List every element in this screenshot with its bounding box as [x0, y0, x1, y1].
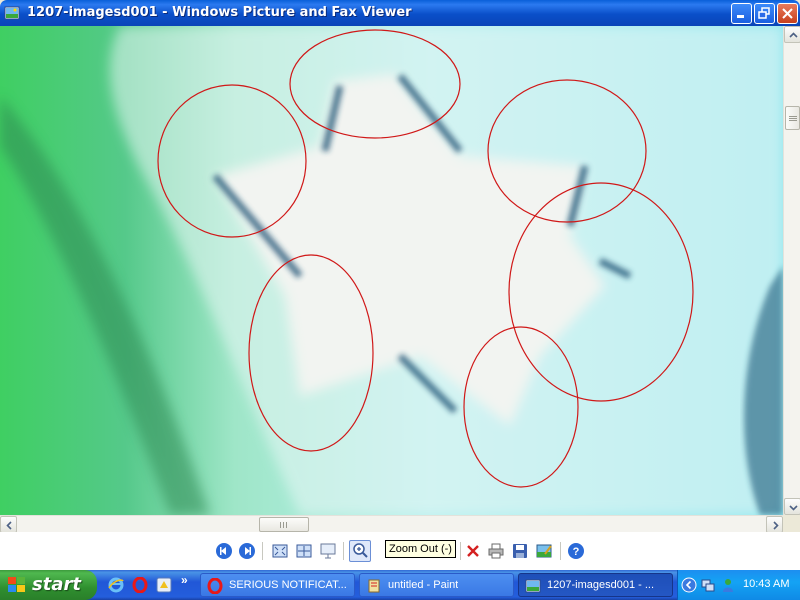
- opera-icon[interactable]: [132, 576, 148, 594]
- vertical-scrollbar[interactable]: [783, 26, 800, 515]
- tray-expand-icon[interactable]: [681, 577, 697, 593]
- messenger-icon[interactable]: [720, 577, 736, 593]
- task-label: SERIOUS NOTIFICAT...: [229, 579, 347, 591]
- restore-button[interactable]: [754, 3, 775, 24]
- actual-size-icon[interactable]: [295, 542, 313, 560]
- scroll-down-button[interactable]: [784, 498, 800, 515]
- print-icon[interactable]: [487, 542, 505, 560]
- quick-launch-chevron-icon[interactable]: »: [181, 573, 188, 587]
- picture-viewer-icon: [525, 578, 541, 594]
- vertical-scroll-thumb[interactable]: [785, 106, 800, 130]
- task-picture-viewer[interactable]: 1207-imagesd001 - ...: [518, 573, 673, 597]
- horizontal-scroll-thumb[interactable]: [259, 517, 309, 532]
- task-paint[interactable]: untitled - Paint: [359, 573, 514, 597]
- slideshow-icon[interactable]: [319, 542, 337, 560]
- system-tray: 10:43 AM: [677, 570, 800, 600]
- scroll-right-button[interactable]: [766, 516, 783, 533]
- opera-icon: [207, 577, 223, 595]
- scroll-up-button[interactable]: [784, 26, 800, 43]
- picture-viewer-icon: [4, 5, 20, 21]
- start-button[interactable]: start: [0, 570, 97, 600]
- clock: 10:43 AM: [743, 578, 790, 590]
- zoom-in-icon[interactable]: [349, 540, 371, 562]
- scroll-left-button[interactable]: [0, 516, 17, 533]
- internet-explorer-icon[interactable]: [108, 577, 124, 593]
- previous-icon[interactable]: [215, 542, 233, 560]
- scrollbar-corner: [783, 515, 800, 532]
- window-title: 1207-imagesd001 - Windows Picture and Fa…: [27, 5, 412, 20]
- best-fit-icon[interactable]: [271, 542, 289, 560]
- windows-flag-icon: [8, 577, 26, 598]
- zoomed-image: [0, 26, 783, 515]
- save-icon[interactable]: [511, 542, 529, 560]
- close-button[interactable]: [777, 3, 798, 24]
- task-serious-notification[interactable]: SERIOUS NOTIFICAT...: [200, 573, 355, 597]
- svg-text:?: ?: [573, 546, 580, 558]
- network-icon[interactable]: [700, 577, 716, 593]
- task-label: untitled - Paint: [388, 579, 459, 591]
- toolbar-separator: [343, 542, 344, 560]
- toolbar-separator: [560, 542, 561, 560]
- task-label: 1207-imagesd001 - ...: [547, 579, 655, 591]
- delete-icon[interactable]: [464, 542, 482, 560]
- start-label: start: [32, 574, 81, 595]
- toolbar-separator: [262, 542, 263, 560]
- minimize-button[interactable]: [731, 3, 752, 24]
- edit-icon[interactable]: [535, 542, 553, 560]
- help-icon[interactable]: ?: [567, 542, 585, 560]
- title-bar[interactable]: 1207-imagesd001 - Windows Picture and Fa…: [0, 0, 800, 26]
- taskbar: start » SERIOUS NOTIFICAT... untitled - …: [0, 570, 800, 600]
- zoom-out-tooltip: Zoom Out (-): [385, 540, 456, 558]
- toolbar-separator: [460, 542, 461, 560]
- image-canvas[interactable]: [0, 26, 783, 515]
- next-icon[interactable]: [238, 542, 256, 560]
- aim-icon[interactable]: [156, 577, 172, 593]
- horizontal-scrollbar[interactable]: [0, 515, 783, 533]
- paint-icon: [366, 578, 382, 594]
